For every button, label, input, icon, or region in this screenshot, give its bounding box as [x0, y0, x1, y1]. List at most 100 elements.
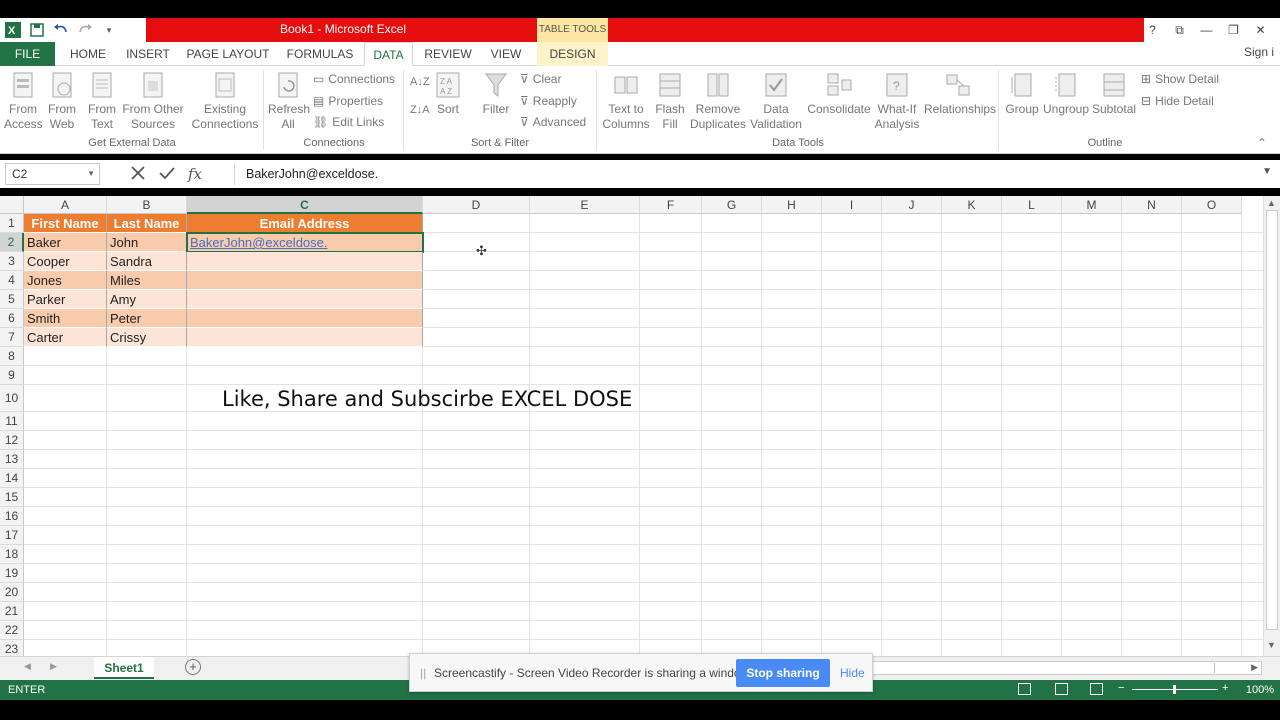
zoom-level[interactable]: 100%	[1246, 684, 1274, 696]
row-header-3[interactable]: 3	[0, 252, 24, 271]
customize-qat-icon[interactable]: ▾	[100, 21, 118, 39]
relationships-button[interactable]: Relationships	[924, 70, 996, 117]
text-to-columns-button[interactable]: Text to Columns	[600, 70, 652, 132]
refresh-all-button[interactable]: Refresh All	[268, 70, 310, 132]
advanced-button[interactable]: ⊽ Advanced	[520, 115, 586, 129]
vertical-scrollbar[interactable]: ▲ ▼	[1263, 196, 1280, 656]
page-break-view-icon[interactable]	[1090, 683, 1103, 695]
table-cell[interactable]: Jones	[24, 271, 107, 290]
horizontal-scrollbar[interactable]: ▶	[872, 661, 1262, 675]
tab-design[interactable]: DESIGN	[537, 42, 608, 66]
formula-input[interactable]: BakerJohn@exceldose.	[234, 163, 1264, 185]
from-text-button[interactable]: From Text	[84, 70, 120, 132]
table-cell[interactable]: Crissy	[107, 328, 187, 347]
column-header-c[interactable]: C	[187, 196, 423, 214]
name-box[interactable]: C2 ▼	[5, 163, 100, 185]
connections-button[interactable]: ▭ Connections	[313, 72, 395, 86]
group-button[interactable]: Group	[1004, 70, 1040, 117]
row-header-18[interactable]: 18	[0, 545, 24, 564]
row-header-23[interactable]: 23	[0, 640, 24, 656]
show-detail-button[interactable]: ⊞ Show Detail	[1141, 72, 1219, 86]
column-header-d[interactable]: D	[423, 196, 530, 214]
row-header-8[interactable]: 8	[0, 347, 24, 366]
tab-data[interactable]: DATA	[364, 42, 413, 66]
zoom-out-icon[interactable]: −	[1118, 682, 1124, 694]
table-cell[interactable]: Amy	[107, 290, 187, 309]
row-header-14[interactable]: 14	[0, 469, 24, 488]
tab-view[interactable]: VIEW	[484, 42, 528, 66]
table-cell[interactable]: Miles	[107, 271, 187, 290]
edit-links-button[interactable]: ⛓ Edit Links	[313, 115, 384, 129]
column-header-i[interactable]: I	[822, 196, 882, 214]
table-header-cell[interactable]: First Name	[24, 214, 107, 233]
ribbon-display-icon[interactable]: ⧉	[1166, 20, 1193, 40]
undo-icon[interactable]	[52, 21, 70, 39]
scroll-thumb[interactable]	[1266, 210, 1278, 630]
column-header-l[interactable]: L	[1002, 196, 1062, 214]
table-cell[interactable]	[187, 252, 423, 271]
row-header-16[interactable]: 16	[0, 507, 24, 526]
add-sheet-icon[interactable]: +	[185, 659, 201, 675]
sheet-tab-sheet1[interactable]: Sheet1	[94, 657, 154, 679]
table-cell[interactable]	[187, 328, 423, 347]
page-layout-view-icon[interactable]	[1055, 683, 1068, 695]
table-cell[interactable]: Baker	[24, 233, 107, 252]
sort-z-a-button[interactable]: Z↓A	[410, 104, 430, 116]
row-header-15[interactable]: 15	[0, 488, 24, 507]
column-header-g[interactable]: G	[702, 196, 762, 214]
tab-file[interactable]: FILE	[0, 42, 55, 66]
row-header-12[interactable]: 12	[0, 431, 24, 450]
what-if-analysis-button[interactable]: ? What-If Analysis	[872, 70, 922, 132]
save-icon[interactable]	[28, 21, 46, 39]
row-header-5[interactable]: 5	[0, 290, 24, 309]
name-box-dropdown-icon[interactable]: ▼	[87, 164, 95, 184]
collapse-ribbon-icon[interactable]: ⌃	[1257, 136, 1267, 150]
redo-icon[interactable]	[76, 21, 94, 39]
table-header-cell[interactable]: Last Name	[107, 214, 187, 233]
column-header-j[interactable]: J	[882, 196, 942, 214]
column-header-k[interactable]: K	[942, 196, 1002, 214]
tab-review[interactable]: REVIEW	[420, 42, 476, 66]
row-header-17[interactable]: 17	[0, 526, 24, 545]
email-hyperlink[interactable]: BakerJohn@exceldose.	[190, 235, 328, 250]
row-header-13[interactable]: 13	[0, 450, 24, 469]
row-header-10[interactable]: 10	[0, 385, 24, 412]
table-cell[interactable]: John	[107, 233, 187, 252]
row-header-19[interactable]: 19	[0, 564, 24, 583]
column-header-f[interactable]: F	[640, 196, 702, 214]
row-header-7[interactable]: 7	[0, 328, 24, 347]
expand-formula-bar-icon[interactable]: ▼	[1262, 166, 1272, 177]
from-access-button[interactable]: From Access	[4, 70, 43, 132]
row-header-21[interactable]: 21	[0, 602, 24, 621]
row-header-22[interactable]: 22	[0, 621, 24, 640]
table-cell[interactable]: Carter	[24, 328, 107, 347]
scroll-up-icon[interactable]: ▲	[1267, 198, 1276, 208]
row-header-1[interactable]: 1	[0, 214, 24, 233]
consolidate-button[interactable]: Consolidate	[806, 70, 872, 117]
hide-detail-button[interactable]: ⊟ Hide Detail	[1141, 94, 1214, 108]
close-icon[interactable]: ✕	[1247, 20, 1274, 40]
row-header-6[interactable]: 6	[0, 309, 24, 328]
row-header-4[interactable]: 4	[0, 271, 24, 290]
from-other-sources-button[interactable]: From Other Sources	[122, 70, 184, 132]
column-header-m[interactable]: M	[1062, 196, 1122, 214]
restore-icon[interactable]: ❐	[1220, 20, 1247, 40]
insert-function-icon[interactable]: fx	[188, 165, 202, 183]
data-validation-button[interactable]: Data Validation	[748, 70, 804, 132]
row-header-9[interactable]: 9	[0, 366, 24, 385]
table-cell[interactable]	[187, 290, 423, 309]
reapply-button[interactable]: ⊽ Reapply	[520, 94, 577, 108]
sort-a-z-button[interactable]: A↓Z	[410, 76, 430, 88]
zoom-in-icon[interactable]: +	[1222, 682, 1228, 694]
worksheet-grid[interactable]: ABCDEFGHIJKLMNO 1 2 3 4 5 6 7 8 9 10 11 12 13 14 15 16 1…	[0, 196, 1280, 656]
column-header-n[interactable]: N	[1122, 196, 1182, 214]
stop-sharing-button[interactable]: Stop sharing	[736, 659, 830, 687]
table-header-cell[interactable]: Email Address	[187, 214, 423, 233]
table-cell[interactable]: Parker	[24, 290, 107, 309]
next-sheet-icon[interactable]: ▶	[50, 661, 57, 672]
scroll-down-icon[interactable]: ▼	[1267, 640, 1276, 650]
prev-sheet-icon[interactable]: ◀	[24, 661, 31, 672]
cancel-entry-icon[interactable]	[130, 165, 146, 184]
filter-button[interactable]: Filter	[480, 70, 512, 117]
from-web-button[interactable]: From Web	[44, 70, 80, 132]
